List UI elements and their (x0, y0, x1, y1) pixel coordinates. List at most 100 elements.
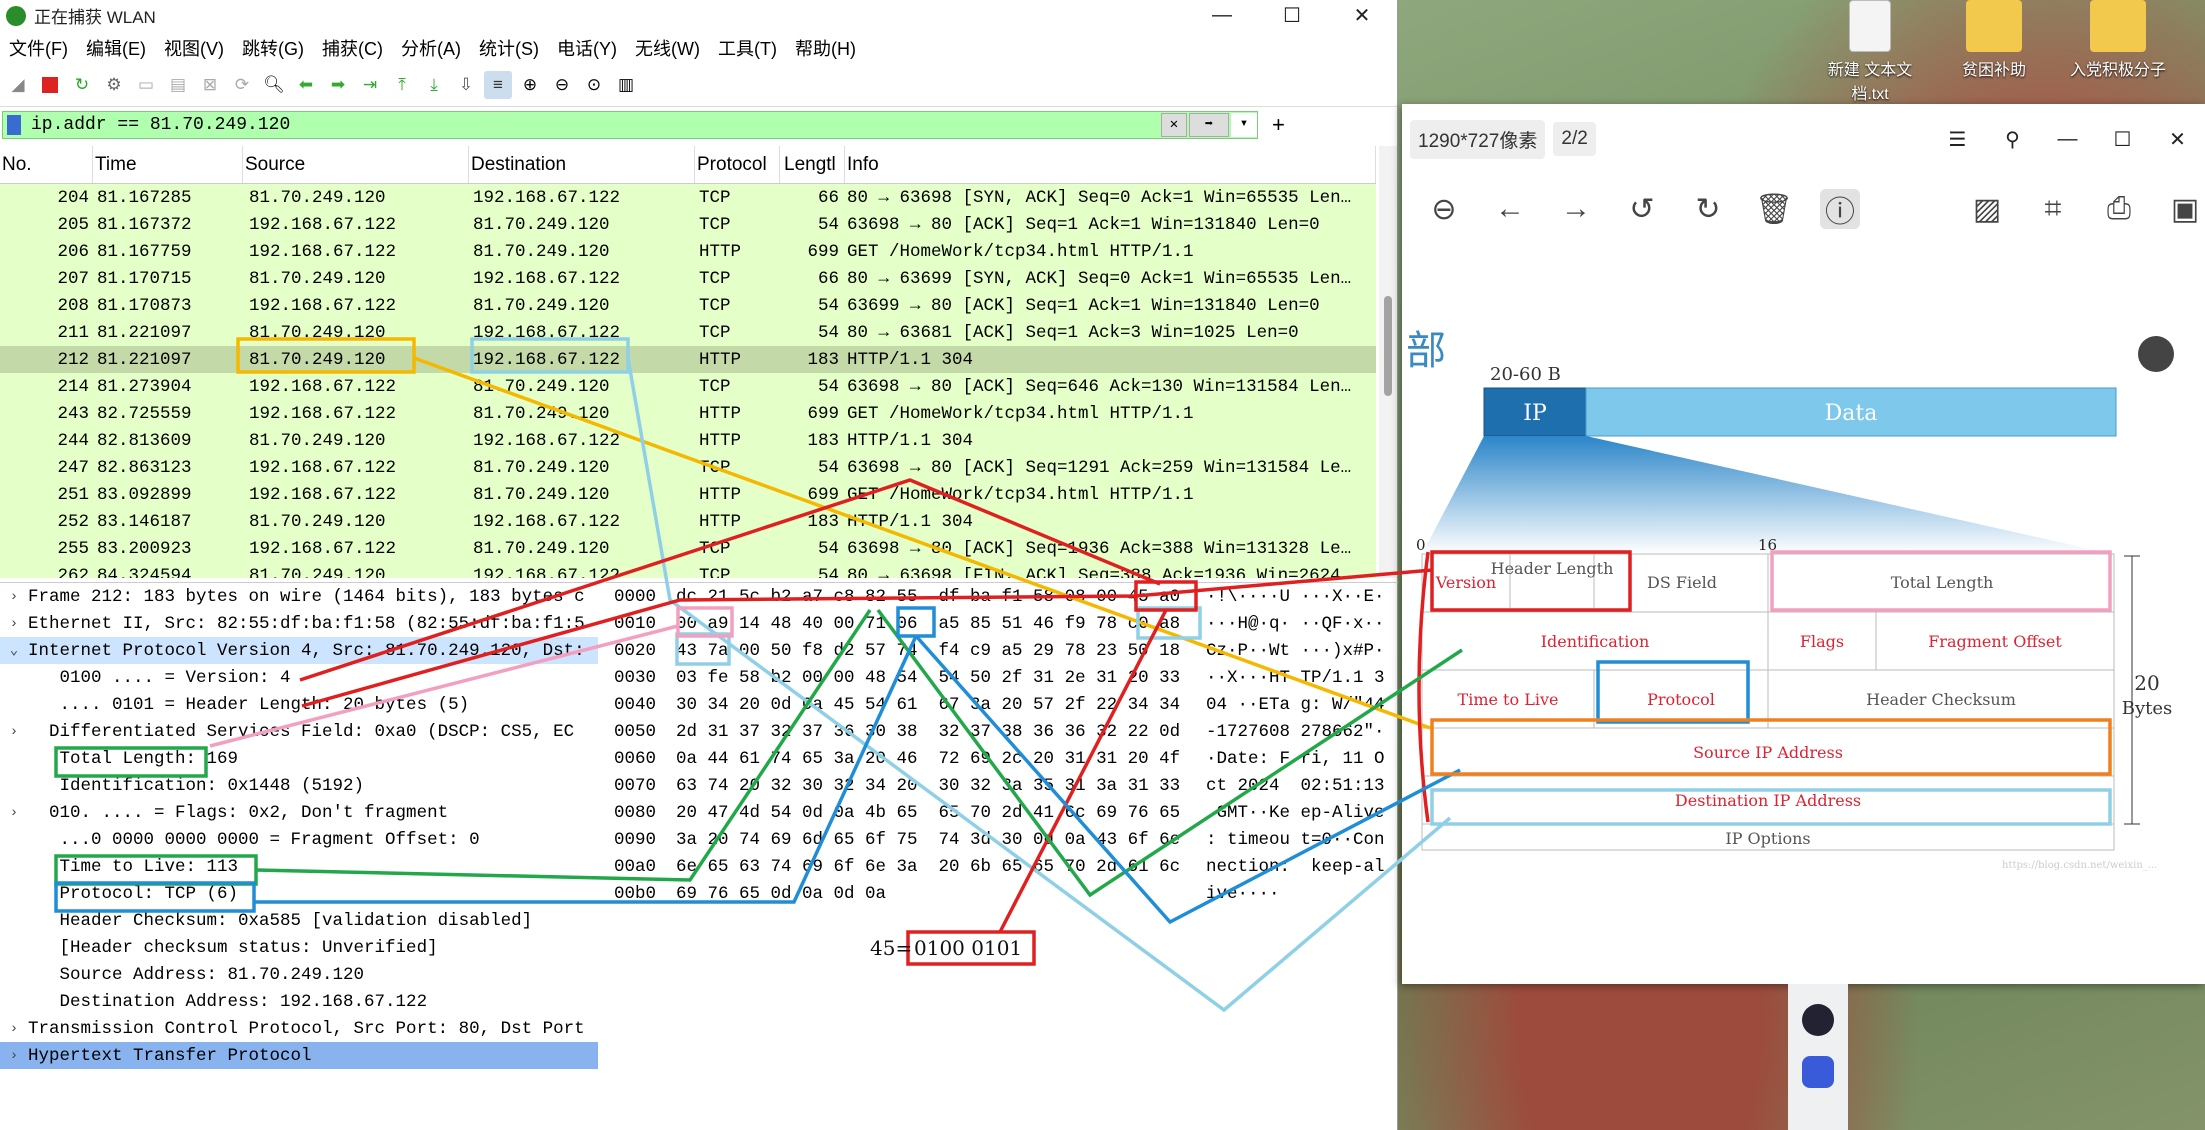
zoom-out-icon[interactable]: ⊖ (548, 71, 576, 99)
scan-icon[interactable] (2138, 336, 2174, 372)
menu-file[interactable]: 文件(F) (0, 35, 77, 61)
info-icon[interactable]: ⓘ (1820, 189, 1860, 229)
hex-row[interactable]: 0040 30 34 20 0d 0a 45 54 61 67 3a 20 57 … (606, 691, 1398, 718)
detail-row[interactable]: › Ethernet II, Src: 82:55:df:ba:f1:58 (82… (0, 610, 598, 637)
expand-toggle-icon[interactable]: › (0, 724, 28, 740)
menu-capture[interactable]: 捕获(C) (313, 35, 392, 61)
packet-row[interactable]: 252 83.146187 81.70.249.120 192.168.67.122 H… (0, 508, 1376, 535)
detail-row[interactable]: › Transmission Control Protocol, Src Port… (0, 1015, 598, 1042)
menu-go[interactable]: 跳转(G) (233, 35, 313, 61)
packet-row[interactable]: 214 81.273904 192.168.67.122 81.70.249.120 T… (0, 373, 1376, 400)
display-filter-input[interactable]: ip.addr == 81.70.249.120 ✕ ➡ ▾ (2, 111, 1258, 139)
packet-row[interactable]: 207 81.170715 81.70.249.120 192.168.67.122 T… (0, 265, 1376, 292)
zoom-reset-icon[interactable]: ⊙ (580, 71, 608, 99)
shark-fin-icon[interactable]: ◢ (4, 71, 32, 99)
print-icon[interactable]: ⎙ (2099, 189, 2139, 229)
detail-row[interactable]: ⌄ Internet Protocol Version 4, Src: 81.70… (0, 637, 598, 664)
packet-row[interactable]: 262 84.324594 81.70.249.120 192.168.67.122 T… (0, 562, 1376, 578)
viewer-minimize-button[interactable]: — (2040, 128, 2095, 151)
detail-row[interactable]: › Hypertext Transfer Protocol (0, 1042, 598, 1069)
hex-row[interactable]: 0060 0a 44 61 74 65 3a 20 46 72 69 2c 20 … (606, 745, 1398, 772)
menu-help[interactable]: 帮助(H) (786, 35, 865, 61)
desktop-icon-folder1[interactable]: 贫困补助 (1934, 0, 2054, 80)
open-file-icon[interactable]: ▭ (132, 71, 160, 99)
capture-options-icon[interactable]: ⚙ (100, 71, 128, 99)
zoom-out-icon[interactable]: ⊖ (1424, 189, 1464, 229)
hex-row[interactable]: 0030 03 fe 58 b2 00 00 48 54 54 50 2f 31 … (606, 664, 1398, 691)
detail-row[interactable]: [Header checksum status: Unverified] (0, 934, 598, 961)
edit-image-icon[interactable]: ▨ (1967, 189, 2007, 229)
reload-file-icon[interactable]: ⟳ (228, 71, 256, 99)
menu-edit[interactable]: 编辑(E) (77, 35, 155, 61)
pin-icon[interactable]: ⚲ (1985, 127, 2040, 152)
hex-row[interactable]: 0010 00 a9 14 48 40 00 71 06 a5 85 51 46 … (606, 610, 1398, 637)
col-source[interactable]: Source (243, 146, 469, 183)
find-packet-icon[interactable]: 🔍︎ (260, 71, 288, 99)
save-file-icon[interactable]: ▤ (164, 71, 192, 99)
packet-row[interactable]: 204 81.167285 81.70.249.120 192.168.67.122 T… (0, 184, 1376, 211)
packet-row[interactable]: 211 81.221097 81.70.249.120 192.168.67.122 T… (0, 319, 1376, 346)
previous-icon[interactable]: ← (1490, 189, 1530, 229)
bookmark-icon[interactable] (7, 115, 21, 135)
hex-row[interactable]: 0090 3a 20 74 69 6d 65 6f 75 74 3d 30 0d … (606, 826, 1398, 853)
stop-capture-icon[interactable] (36, 71, 64, 99)
packet-row[interactable]: 251 83.092899 192.168.67.122 81.70.249.120 H… (0, 481, 1376, 508)
detail-row[interactable]: .... 0101 = Header Length: 20 bytes (5) (0, 691, 598, 718)
save-icon[interactable]: ▣ (2165, 189, 2205, 229)
packet-list-scrollbar[interactable] (1379, 146, 1397, 578)
detail-row[interactable]: Source Address: 81.70.249.120 (0, 961, 598, 988)
next-icon[interactable]: → (1556, 189, 1596, 229)
detail-row[interactable]: 0100 .... = Version: 4 (0, 664, 598, 691)
hex-row[interactable]: 0020 43 7a 00 50 f8 d2 57 74 f4 c9 a5 29 … (606, 637, 1398, 664)
go-forward-icon[interactable]: ➡ (324, 71, 352, 99)
delete-icon[interactable]: 🗑︎ (1754, 189, 1794, 229)
close-file-icon[interactable]: ⊠ (196, 71, 224, 99)
rotate-right-icon[interactable]: ↻ (1688, 189, 1728, 229)
expand-toggle-icon[interactable]: ⌄ (0, 642, 28, 659)
detail-row[interactable]: Total Length: 169 (0, 745, 598, 772)
go-back-icon[interactable]: ⬅ (292, 71, 320, 99)
hex-row[interactable]: 0080 20 47 4d 54 0d 0a 4b 65 65 70 2d 41 … (606, 799, 1398, 826)
rotate-left-icon[interactable]: ↺ (1622, 189, 1662, 229)
last-packet-icon[interactable]: ⤓ (420, 71, 448, 99)
apply-filter-icon[interactable]: ➡ (1189, 113, 1229, 137)
packet-row[interactable]: 243 82.725559 192.168.67.122 81.70.249.120 H… (0, 400, 1376, 427)
detail-row[interactable]: › Differentiated Services Field: 0xa0 (D… (0, 718, 598, 745)
expand-toggle-icon[interactable]: › (0, 616, 28, 632)
go-to-packet-icon[interactable]: ⇥ (356, 71, 384, 99)
packet-row[interactable]: 208 81.170873 192.168.67.122 81.70.249.120 T… (0, 292, 1376, 319)
expand-toggle-icon[interactable]: › (0, 589, 28, 605)
viewer-close-button[interactable]: ✕ (2150, 127, 2205, 152)
robot-app-icon[interactable] (1802, 1004, 1834, 1036)
menu-analyze[interactable]: 分析(A) (392, 35, 470, 61)
viewer-maximize-button[interactable]: ☐ (2095, 127, 2150, 152)
detail-row[interactable]: Protocol: TCP (6) (0, 880, 598, 907)
hex-row[interactable]: 0050 2d 31 37 32 37 36 30 38 32 37 38 36 … (606, 718, 1398, 745)
col-time[interactable]: Time (93, 146, 243, 183)
clear-filter-icon[interactable]: ✕ (1161, 113, 1187, 137)
packet-row[interactable]: 212 81.221097 81.70.249.120 192.168.67.122 H… (0, 346, 1376, 373)
col-no[interactable]: No. (0, 146, 93, 183)
col-info[interactable]: Info (845, 146, 1376, 183)
restart-capture-icon[interactable]: ↻ (68, 71, 96, 99)
desktop-icon-folder2[interactable]: 入党积极分子 (2058, 0, 2178, 80)
col-protocol[interactable]: Protocol (695, 146, 780, 183)
col-length[interactable]: Lengtl (780, 146, 845, 183)
packet-row[interactable]: 247 82.863123 192.168.67.122 81.70.249.120 T… (0, 454, 1376, 481)
scroll-thumb[interactable] (1384, 296, 1392, 396)
resize-columns-icon[interactable]: ▥ (612, 71, 640, 99)
close-button[interactable]: ✕ (1327, 3, 1397, 28)
minimize-button[interactable]: — (1187, 4, 1257, 27)
detail-row[interactable]: › Frame 212: 183 bytes on wire (1464 bits… (0, 583, 598, 610)
colorize-icon[interactable]: ≡ (484, 71, 512, 99)
menu-view[interactable]: 视图(V) (155, 35, 233, 61)
packet-row[interactable]: 206 81.167759 192.168.67.122 81.70.249.120 H… (0, 238, 1376, 265)
menu-telephony[interactable]: 电话(Y) (548, 35, 626, 61)
expand-toggle-icon[interactable]: › (0, 1048, 28, 1064)
zoom-in-icon[interactable]: ⊕ (516, 71, 544, 99)
detail-row[interactable]: Destination Address: 192.168.67.122 (0, 988, 598, 1015)
col-destination[interactable]: Destination (469, 146, 695, 183)
packet-row[interactable]: 255 83.200923 192.168.67.122 81.70.249.120 T… (0, 535, 1376, 562)
detail-row[interactable]: Header Checksum: 0xa585 [validation disa… (0, 907, 598, 934)
crop-icon[interactable]: ⌗ (2033, 189, 2073, 229)
